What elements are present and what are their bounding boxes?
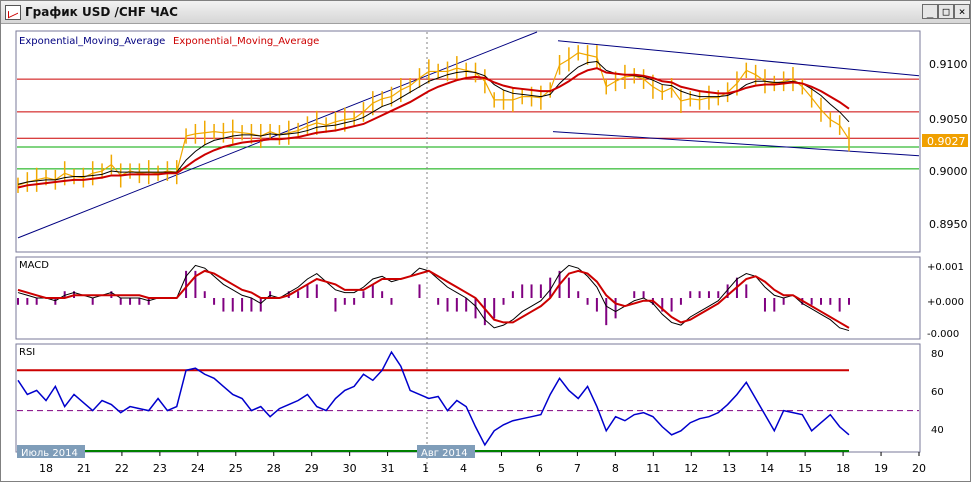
legend-ema-fast: Exponential_Moving_Average (19, 36, 165, 47)
month-tag-july-label: Июль 2014 (21, 448, 78, 459)
x-tick-label: 13 (722, 462, 736, 475)
chart-window: График USD /CHF ЧАС _ □ × Exponential_Mo… (0, 0, 971, 482)
window-title: График USD /CHF ЧАС (25, 5, 178, 19)
rsi-tick-2: 40 (931, 425, 944, 436)
x-axis: 18 21 22 23 24 25 28 29 30 31 1 4 5 6 7 8 11 12 13 14 15 18 19… (39, 452, 926, 475)
current-price-label: 0.9027 (927, 135, 966, 148)
price-tick-3: 0.8950 (929, 218, 968, 231)
legend-ema-slow: Exponential_Moving_Average (173, 36, 319, 47)
close-button[interactable]: × (954, 4, 970, 19)
x-tick-label: 18 (39, 462, 53, 475)
rsi-panel (15, 343, 921, 453)
x-tick-label: 12 (684, 462, 698, 475)
x-tick-label: 21 (77, 462, 91, 475)
x-tick-label: 8 (612, 462, 619, 475)
macd-label: MACD (19, 260, 49, 271)
price-panel (15, 30, 921, 253)
chart-area[interactable]: Exponential_Moving_Average Exponential_M… (1, 24, 970, 481)
rsi-tick-1: 60 (931, 387, 944, 398)
x-tick-label: 30 (343, 462, 357, 475)
x-tick-label: 5 (498, 462, 505, 475)
x-tick-label: 4 (460, 462, 467, 475)
price-tick-2: 0.9000 (929, 165, 968, 178)
title-bar[interactable]: График USD /CHF ЧАС _ □ × (1, 1, 970, 24)
x-tick-label: 19 (874, 462, 888, 475)
minimize-button[interactable]: _ (922, 4, 938, 19)
macd-tick-2: -0.000 (927, 329, 959, 340)
x-tick-label: 28 (267, 462, 281, 475)
x-tick-label: 11 (646, 462, 660, 475)
x-tick-label: 22 (115, 462, 129, 475)
x-tick-label: 15 (798, 462, 812, 475)
x-tick-label: 29 (305, 462, 319, 475)
price-tick-1: 0.9050 (929, 113, 968, 126)
x-tick-label: 25 (229, 462, 243, 475)
maximize-button[interactable]: □ (938, 4, 954, 19)
x-tick-label: 1 (422, 462, 429, 475)
x-tick-label: 14 (760, 462, 774, 475)
month-tag-aug-label: Авг 2014 (421, 448, 468, 459)
x-tick-label: 24 (191, 462, 205, 475)
x-tick-label: 20 (912, 462, 926, 475)
x-tick-label: 6 (536, 462, 543, 475)
price-tick-0: 0.9100 (929, 58, 968, 71)
macd-tick-0: +0.001 (927, 262, 964, 273)
rsi-label: RSI (19, 347, 35, 358)
rsi-tick-0: 80 (931, 349, 944, 360)
x-tick-label: 23 (153, 462, 167, 475)
chart-app-icon (5, 5, 21, 20)
x-tick-label: 18 (836, 462, 850, 475)
macd-tick-1: +0.000 (927, 297, 964, 308)
x-tick-label: 7 (574, 462, 581, 475)
x-tick-label: 31 (381, 462, 395, 475)
